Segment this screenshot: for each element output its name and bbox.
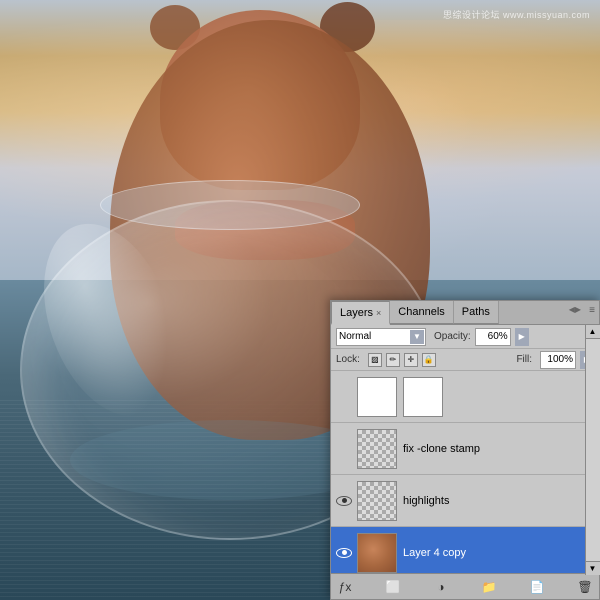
lock-checkerboard-icon[interactable]: ▨ [368, 353, 382, 367]
layer-thumbnail-blank [357, 377, 397, 417]
new-layer-icon[interactable]: 📄 [528, 578, 546, 596]
eye-icon-highlights [336, 496, 352, 506]
layer-name-layer4: Layer 4 copy [403, 547, 595, 559]
layer-name-highlights: highlights [403, 495, 595, 507]
delete-layer-icon[interactable]: 🗑 [576, 578, 594, 596]
panel-menu-button[interactable]: ≡ [589, 305, 595, 316]
lock-move-icon[interactable]: ✛ [404, 353, 418, 367]
lock-fill-row: Lock: ▨ ✏ ✛ 🔒 Fill: ▶ [331, 349, 599, 371]
tab-paths[interactable]: Paths [454, 301, 499, 324]
layer-item[interactable]: fix -clone stamp [331, 423, 599, 475]
tab-channels[interactable]: Channels [390, 301, 453, 324]
opacity-input[interactable] [475, 328, 511, 346]
panel-scrollbar: ▲ ▼ [585, 325, 599, 575]
blend-opacity-row: Normal Dissolve Multiply Screen Overlay … [331, 325, 599, 349]
scrollbar-up-button[interactable]: ▲ [586, 325, 600, 339]
opacity-arrow[interactable]: ▶ [515, 328, 529, 346]
opacity-label: Opacity: [434, 331, 471, 342]
lock-all-icon[interactable]: 🔒 [422, 353, 436, 367]
panel-header: Layers × Channels Paths [331, 301, 599, 325]
mask-icon[interactable]: ⬜ [384, 578, 402, 596]
layers-panel: ◀▶ ≡ Layers × Channels Paths Normal Diss… [330, 300, 600, 600]
layer-visibility-layer4[interactable] [335, 544, 353, 562]
lock-label: Lock: [336, 354, 360, 365]
layer-thumbnail-layer4 [357, 533, 397, 573]
tab-layers-close[interactable]: × [376, 308, 381, 318]
watermark: 思综设计论坛 www.missyuan.com [443, 8, 590, 21]
panel-footer: ƒx ⬜ ◑ 📁 📄 🗑 [331, 573, 599, 599]
canvas-area: 思综设计论坛 www.missyuan.com ◀▶ ≡ Layers × Ch… [0, 0, 600, 600]
layer-name-fix: fix -clone stamp [403, 443, 595, 455]
checker-pattern-highlights [358, 482, 396, 520]
tab-layers-label: Layers [340, 307, 373, 319]
tab-layers[interactable]: Layers × [331, 301, 390, 325]
layer-thumbnail-blank-mask [403, 377, 443, 417]
adjustment-icon[interactable]: ◑ [432, 578, 450, 596]
fill-input[interactable] [540, 351, 576, 369]
checker-pattern-fix [358, 430, 396, 468]
layer-item[interactable] [331, 371, 599, 423]
tab-channels-label: Channels [398, 306, 444, 318]
layer-thumbnail-highlights [357, 481, 397, 521]
panel-resize-button[interactable]: ◀▶ [569, 305, 581, 314]
layer-thumbnail-fix [357, 429, 397, 469]
blend-mode-wrapper: Normal Dissolve Multiply Screen Overlay … [336, 328, 426, 346]
fx-icon[interactable]: ƒx [336, 578, 354, 596]
layers-list: fix -clone stamp highlights Layer 4 copy [331, 371, 599, 575]
layer-item-selected[interactable]: Layer 4 copy [331, 527, 599, 575]
layer-visibility-fix[interactable] [335, 440, 353, 458]
fill-label: Fill: [516, 354, 532, 365]
scrollbar-track [586, 339, 600, 561]
eye-icon-layer4 [336, 548, 352, 558]
layer-visibility-blank[interactable] [335, 388, 353, 406]
group-icon[interactable]: 📁 [480, 578, 498, 596]
scrollbar-down-button[interactable]: ▼ [586, 561, 600, 575]
layer-item[interactable]: highlights [331, 475, 599, 527]
tab-paths-label: Paths [462, 306, 490, 318]
layer-visibility-highlights[interactable] [335, 492, 353, 510]
lock-brush-icon[interactable]: ✏ [386, 353, 400, 367]
blend-mode-select[interactable]: Normal Dissolve Multiply Screen Overlay [336, 328, 426, 346]
